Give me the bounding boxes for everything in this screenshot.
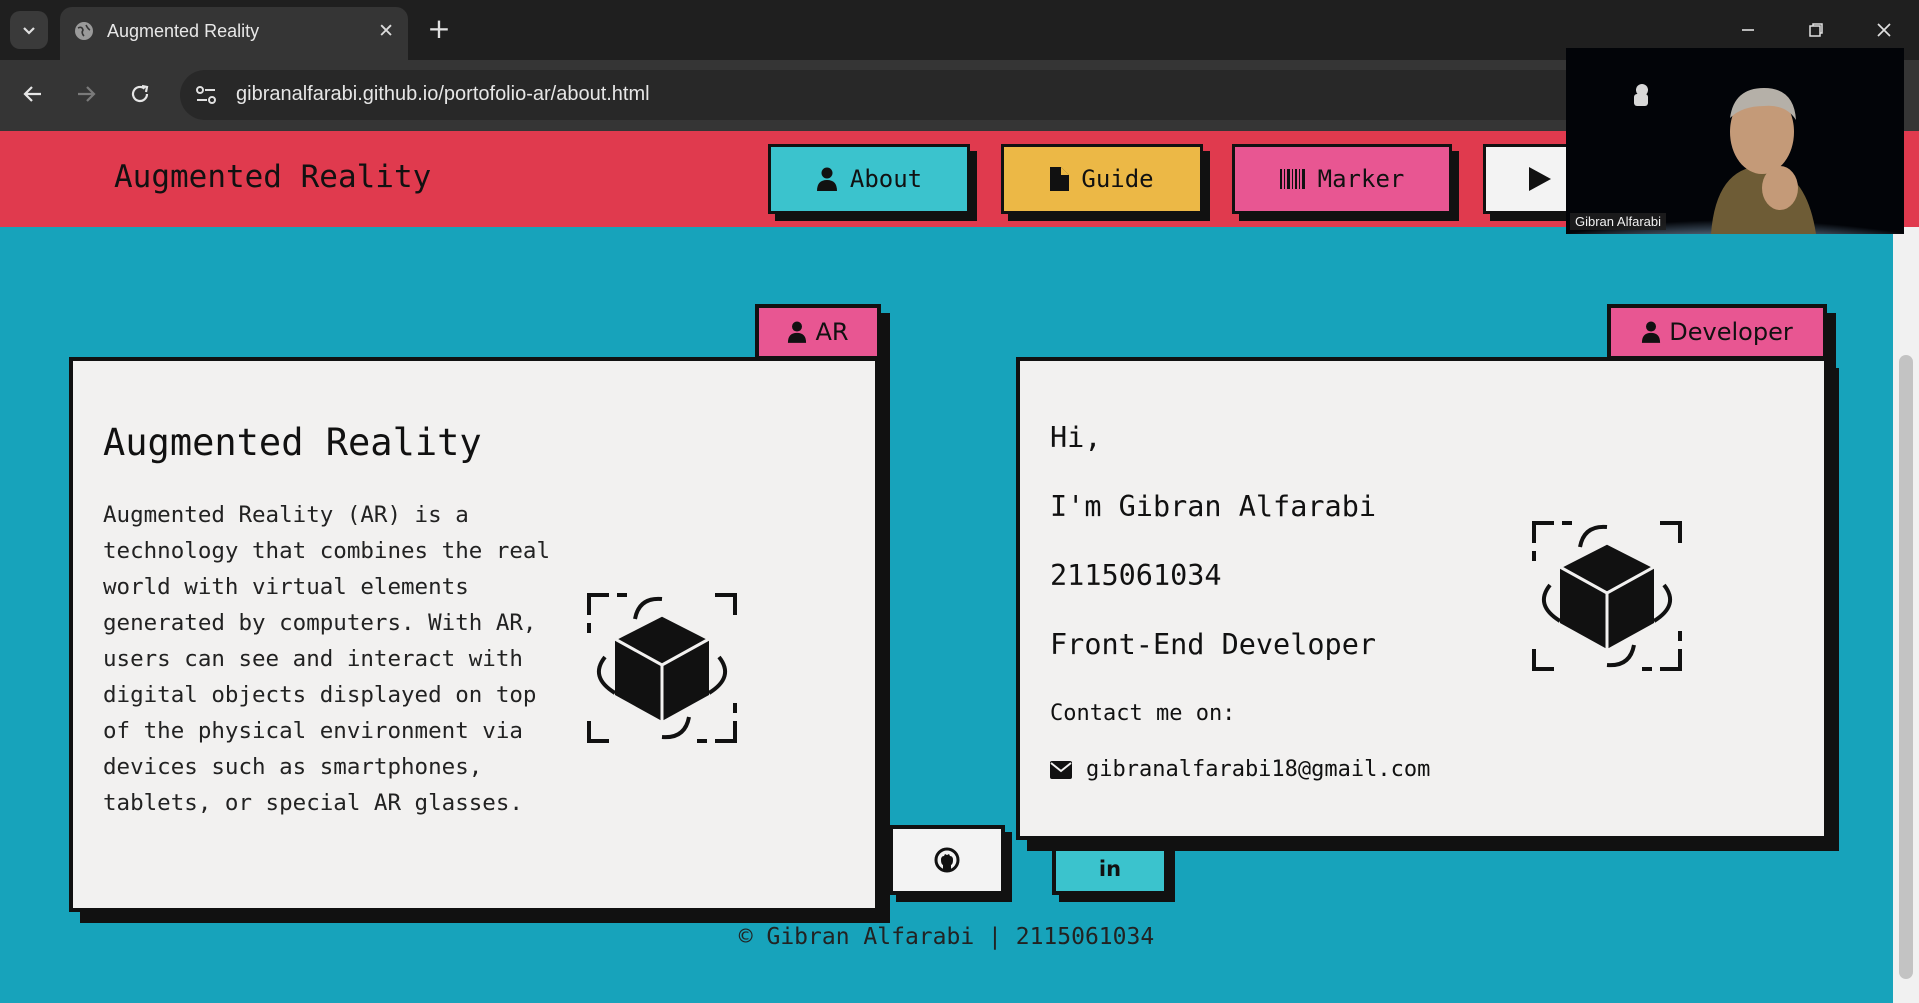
close-window-icon[interactable]	[1864, 12, 1904, 48]
browser-tab-active[interactable]: Augmented Reality ✕	[60, 7, 408, 60]
developer-name: I'm Gibran Alfarabi	[1050, 490, 1377, 523]
tab-search-button[interactable]	[10, 11, 48, 49]
developer-role: Front-End Developer	[1050, 628, 1377, 661]
user-icon	[1642, 321, 1661, 343]
chevron-down-icon	[23, 27, 35, 35]
github-button[interactable]	[889, 825, 1005, 895]
github-icon	[934, 847, 960, 873]
file-icon	[1050, 167, 1070, 191]
tab-title: Augmented Reality	[107, 21, 260, 41]
plus-icon[interactable]: +	[424, 10, 454, 48]
globe-icon	[75, 22, 93, 40]
ar-cube-icon	[1532, 521, 1682, 671]
ar-card-title: Augmented Reality	[103, 421, 482, 464]
back-arrow-icon[interactable]	[17, 78, 49, 110]
url-text[interactable]: gibranalfarabi.github.io/portofolio-ar/a…	[236, 83, 650, 106]
nav-about-button[interactable]: About	[768, 144, 970, 214]
ar-tag-label: AR	[815, 318, 849, 346]
developer-card-tag: Developer	[1607, 304, 1827, 360]
webcam-video-feed	[1566, 48, 1904, 234]
email-link[interactable]: gibranalfarabi18@gmail.com	[1050, 757, 1430, 782]
play-icon	[1529, 167, 1551, 191]
nav-marker-label: Marker	[1317, 165, 1405, 193]
nav-about-label: About	[849, 165, 923, 193]
nav-guide-button[interactable]: Guide	[1001, 144, 1203, 214]
webcam-overlay: Gibran Alfarabi	[1566, 48, 1904, 234]
developer-greeting: Hi,	[1050, 421, 1102, 454]
developer-info-card: Hi, I'm Gibran Alfarabi 2115061034 Front…	[1016, 357, 1828, 840]
nav-guide-label: Guide	[1081, 165, 1154, 193]
barcode-icon	[1279, 169, 1305, 189]
site-brand[interactable]: Augmented Reality	[114, 159, 431, 195]
webcam-participant-label: Gibran Alfarabi	[1570, 213, 1666, 230]
minimize-icon[interactable]	[1728, 12, 1768, 48]
site-footer: © Gibran Alfarabi | 2115061034	[738, 924, 1155, 950]
close-icon[interactable]: ✕	[378, 20, 394, 42]
developer-student-id: 2115061034	[1050, 559, 1222, 592]
email-text[interactable]: gibranalfarabi18@gmail.com	[1086, 757, 1430, 782]
reload-icon[interactable]	[124, 78, 156, 110]
page-scrollbar[interactable]	[1893, 227, 1919, 1003]
linkedin-icon: in	[1098, 856, 1122, 881]
restore-icon[interactable]	[1796, 12, 1836, 48]
user-icon	[816, 167, 837, 191]
ar-card-description: Augmented Reality (AR) is a technology t…	[103, 502, 551, 816]
envelope-icon	[1050, 760, 1072, 779]
nav-marker-button[interactable]: Marker	[1232, 144, 1452, 214]
ar-info-card: Augmented Reality Augmented Reality (AR)…	[69, 357, 879, 912]
address-bar[interactable]: gibranalfarabi.github.io/portofolio-ar/a…	[180, 70, 1780, 120]
nav-start-ar-button[interactable]	[1483, 144, 1573, 214]
contact-label: Contact me on:	[1050, 701, 1236, 726]
site-settings-icon[interactable]	[194, 84, 218, 106]
user-icon	[788, 321, 807, 343]
forward-arrow-icon[interactable]	[70, 78, 102, 110]
scrollbar-thumb[interactable]	[1899, 355, 1913, 979]
developer-tag-label: Developer	[1669, 318, 1793, 346]
ar-cube-icon	[587, 593, 737, 743]
ar-card-tag: AR	[755, 304, 881, 360]
